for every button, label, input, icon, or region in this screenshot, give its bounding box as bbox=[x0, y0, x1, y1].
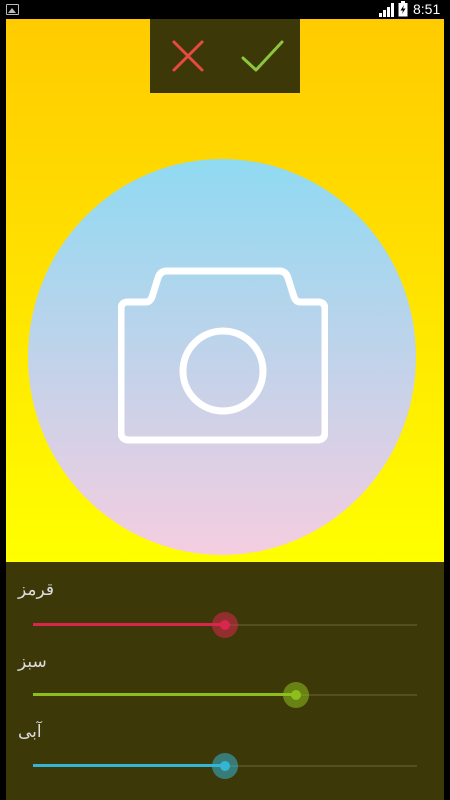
signal-icon bbox=[379, 3, 394, 17]
cancel-button[interactable] bbox=[168, 36, 208, 76]
blue-slider[interactable] bbox=[33, 751, 417, 781]
green-slider[interactable] bbox=[33, 680, 417, 710]
slider-thumb[interactable] bbox=[220, 620, 230, 630]
red-slider[interactable] bbox=[33, 610, 417, 640]
image-notification-icon bbox=[6, 4, 19, 15]
action-bar bbox=[150, 19, 300, 93]
slider-thumb[interactable] bbox=[290, 690, 301, 700]
slider-fill bbox=[33, 764, 225, 767]
battery-charging-icon bbox=[398, 1, 408, 17]
photo-picker[interactable] bbox=[28, 159, 416, 555]
color-preview-area bbox=[6, 19, 444, 562]
green-slider-label: سبز bbox=[18, 652, 47, 672]
blue-slider-label: آبی bbox=[18, 722, 42, 742]
close-icon bbox=[172, 40, 204, 72]
color-sliders-panel: قرمز سبز آبی bbox=[6, 562, 444, 800]
slider-fill bbox=[33, 693, 296, 696]
check-icon bbox=[241, 40, 284, 72]
camera-icon bbox=[118, 267, 328, 444]
status-bar: 8:51 bbox=[0, 0, 450, 19]
status-time: 8:51 bbox=[413, 1, 441, 17]
slider-thumb[interactable] bbox=[220, 761, 230, 771]
slider-fill bbox=[33, 623, 225, 626]
red-slider-label: قرمز bbox=[18, 580, 54, 600]
confirm-button[interactable] bbox=[240, 36, 284, 76]
